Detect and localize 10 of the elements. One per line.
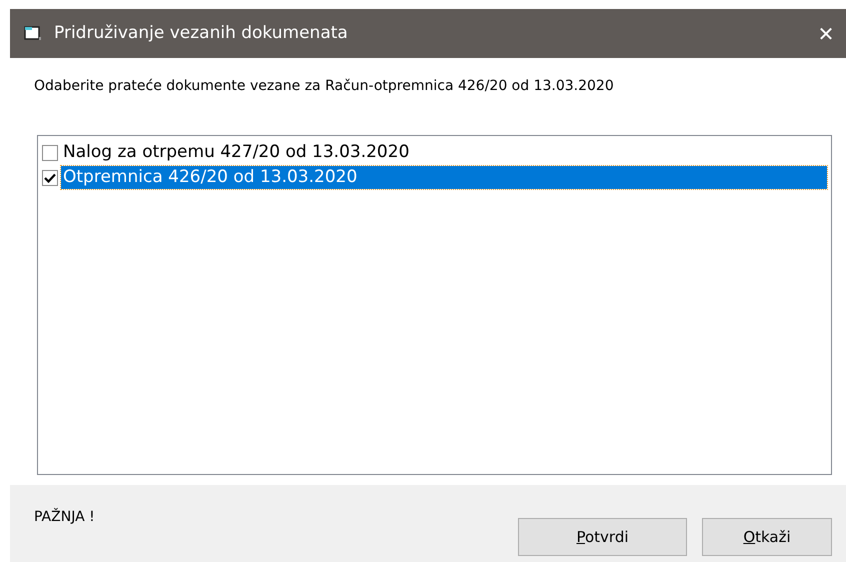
close-button[interactable]: ✕ [806, 9, 846, 58]
list-item[interactable]: Otpremnica 426/20 od 13.03.2020 [61, 166, 827, 189]
confirm-button[interactable]: Potvrdi [518, 518, 687, 556]
list-item[interactable]: Nalog za otrpemu 427/20 od 13.03.2020 [61, 141, 412, 164]
window-title: Pridruživanje vezanih dokumenata [54, 22, 348, 45]
instruction-text: Odaberite prateće dokumente vezane za Račun-otpremnica 426/20 od 13.03.2020 [34, 77, 615, 96]
checkbox[interactable] [42, 144, 58, 160]
checkbox[interactable] [42, 170, 58, 186]
cancel-button[interactable]: Otkaži [702, 518, 832, 556]
warning-text: PAŽNJA ! [34, 507, 95, 527]
